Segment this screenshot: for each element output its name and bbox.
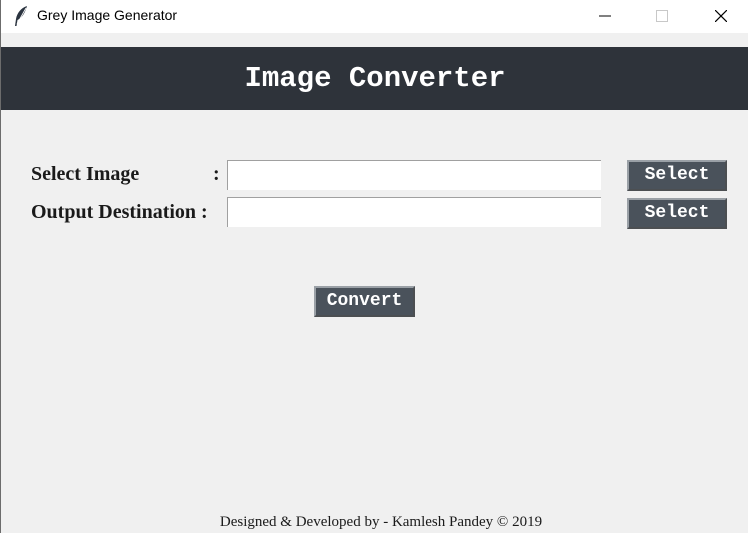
output-destination-label: Output Destination : (31, 201, 208, 223)
select-image-button[interactable]: Select (627, 160, 727, 191)
title-bar[interactable]: Grey Image Generator (1, 0, 748, 33)
convert-button[interactable]: Convert (314, 286, 415, 317)
maximize-icon (656, 10, 668, 22)
select-image-label: Select Image (31, 163, 140, 185)
footer-credit: Designed & Developed by - Kamlesh Pandey… (219, 514, 543, 530)
select-output-button[interactable]: Select (627, 198, 727, 229)
select-image-colon: : (213, 163, 220, 185)
minimize-icon (599, 15, 611, 17)
close-icon (715, 10, 727, 22)
close-button[interactable] (698, 0, 744, 33)
minimize-button[interactable] (582, 0, 628, 33)
maximize-button[interactable] (639, 0, 685, 33)
window-title: Grey Image Generator (37, 7, 178, 23)
header-banner: Image Converter (1, 47, 748, 110)
feather-icon (13, 5, 29, 27)
page-title: Image Converter (244, 62, 506, 95)
app-window: Grey Image Generator Image Converter Sel… (0, 0, 748, 533)
output-destination-input[interactable] (227, 197, 601, 227)
window-frame-strip (1, 33, 748, 47)
select-image-input[interactable] (227, 160, 601, 190)
